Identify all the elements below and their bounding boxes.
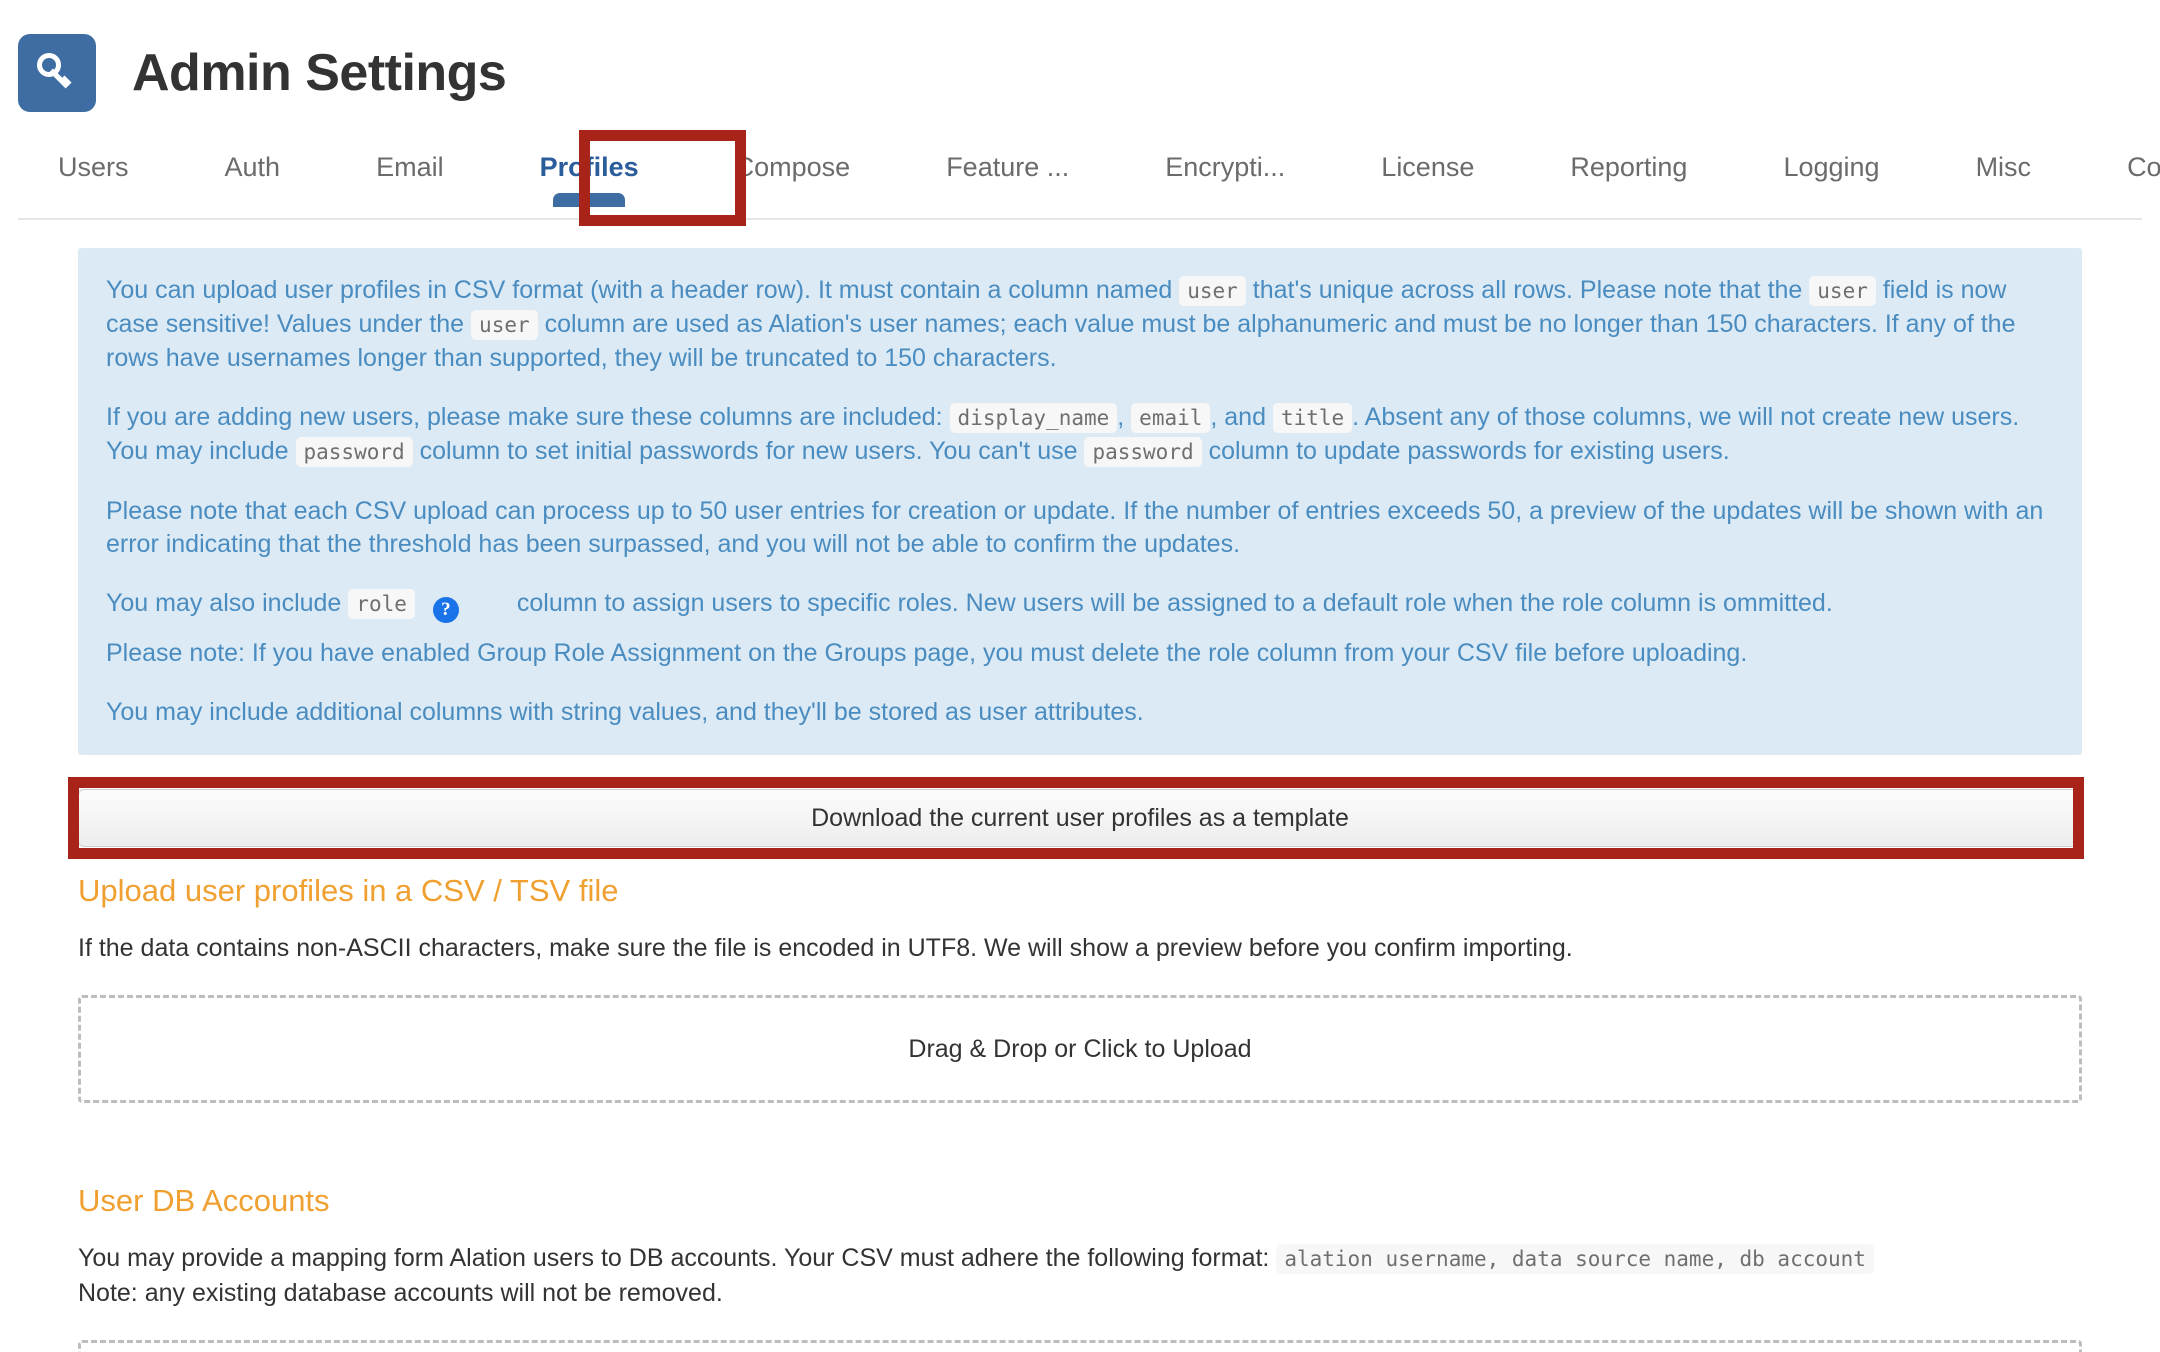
db-accounts-description: You may provide a mapping form Alation u… [78,1241,2082,1310]
code-chip-password: password [295,437,413,467]
tab-profiles[interactable]: Profiles [539,124,639,207]
tab-label: Feature ... [946,152,1070,182]
tab-underline [553,193,626,207]
tabbar: Users Auth Email Profiles Compose Featur… [18,124,2160,226]
tab-label: Misc [1975,152,2032,182]
tab-license[interactable]: License [1381,124,1474,183]
tab-label: Logging [1783,152,1880,182]
tab-label: Encrypti... [1165,152,1286,182]
info-paragraph-1: You can upload user profiles in CSV form… [106,274,2054,375]
info-paragraph-6: You may include additional columns with … [106,698,1144,726]
download-section: Download the current user profiles as a … [68,777,2084,859]
info-paragraph-4: You may also include role? column to assi… [106,587,2054,623]
tab-encryption[interactable]: Encrypti... [1165,124,1285,183]
tab-label: Profiles [539,152,639,182]
groups-link[interactable]: Groups [825,639,907,667]
code-chip-user: user [1809,276,1876,306]
info-paragraph-3: Please note that each CSV upload can pro… [106,497,2044,558]
db-accounts-section-title: User DB Accounts [78,1183,330,1218]
info-text: , and [1210,403,1266,431]
info-text: column to update passwords for existing … [1208,437,1730,465]
tab-label: License [1381,152,1475,182]
key-icon [18,34,96,112]
dropzone-label: Drag & Drop or Click to Upload [908,1034,1252,1063]
tab-label: Auth [224,152,281,182]
tab-label: Connect [2127,152,2160,182]
tab-feature[interactable]: Feature ... [946,124,1069,183]
info-text: You may also include [106,589,342,617]
code-chip-user: user [1179,276,1246,306]
tab-misc[interactable]: Misc [1976,124,2032,183]
info-text: , [1117,403,1125,431]
tab-auth[interactable]: Auth [225,124,281,183]
tab-compose[interactable]: Compose [735,124,851,183]
db-accounts-note: Note: any existing database accounts wil… [78,1279,723,1307]
code-chip-email: email [1131,403,1211,433]
tab-email[interactable]: Email [376,124,444,183]
main-content: You can upload user profiles in CSV form… [0,248,2160,1352]
tab-label: Users [58,152,129,182]
tab-label: Reporting [1570,152,1688,182]
csv-upload-dropzone[interactable]: Drag & Drop or Click to Upload [78,995,2082,1103]
info-paragraph-2: If you are adding new users, please make… [106,401,2054,469]
info-text: Please note: If you have enabled Group R… [106,639,818,667]
info-panel: You can upload user profiles in CSV form… [78,248,2082,755]
info-text: You can upload user profiles in CSV form… [106,276,1173,304]
info-paragraph-5: Please note: If you have enabled Group R… [106,637,2054,670]
code-chip-csv-format: alation username, data source name, db a… [1276,1244,1874,1274]
tab-label: Compose [734,152,851,182]
tab-label: Email [376,152,444,182]
code-chip-title: title [1272,403,1353,433]
code-chip-display-name: display_name [949,403,1118,433]
db-description-text: You may provide a mapping form Alation u… [78,1244,1270,1272]
code-chip-user: user [471,310,538,340]
code-chip-role: role [348,589,415,619]
page-header: Admin Settings [0,0,2160,124]
tab-logging[interactable]: Logging [1783,124,1879,183]
tab-reporting[interactable]: Reporting [1570,124,1687,183]
upload-section-title: Upload user profiles in a CSV / TSV file [78,873,619,908]
info-text: If you are adding new users, please make… [106,403,943,431]
info-text: column to assign users to specific roles… [516,589,1833,617]
download-template-button[interactable]: Download the current user profiles as a … [78,789,2082,847]
upload-section-description: If the data contains non-ASCII character… [78,934,1573,962]
info-text: column to set initial passwords for new … [419,437,1078,465]
help-icon[interactable]: ? [432,597,459,623]
tab-connect[interactable]: Connect [2127,124,2160,183]
db-accounts-upload-dropzone[interactable]: Drag & Drop or Click to Upload [78,1340,2082,1352]
code-chip-password: password [1084,437,1202,467]
info-text: page, you must delete the role column fr… [913,639,1748,667]
tab-users[interactable]: Users [58,124,129,183]
tab-list: Users Auth Email Profiles Compose Featur… [18,124,2160,218]
page-title: Admin Settings [132,44,507,102]
info-text: that's unique across all rows. Please no… [1252,276,1803,304]
